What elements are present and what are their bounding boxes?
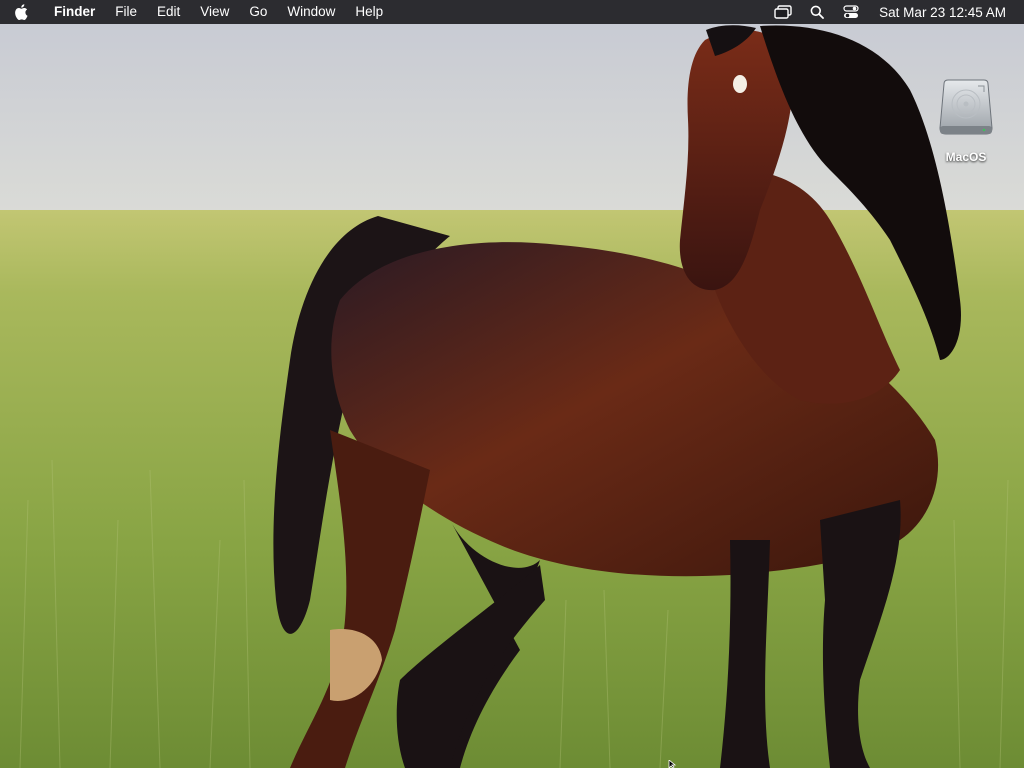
menu-view[interactable]: View xyxy=(190,0,239,24)
desktop-icon-label: MacOS xyxy=(945,150,987,164)
menu-file[interactable]: File xyxy=(105,0,147,24)
menu-edit[interactable]: Edit xyxy=(147,0,190,24)
menu-go[interactable]: Go xyxy=(239,0,277,24)
apple-logo-icon[interactable] xyxy=(14,0,40,24)
menu-window[interactable]: Window xyxy=(277,0,345,24)
desktop[interactable]: Finder File Edit View Go Window Help Sat… xyxy=(0,0,1024,768)
desktop-icon-macos[interactable]: MacOS xyxy=(932,78,1000,164)
menu-bar: Finder File Edit View Go Window Help Sat… xyxy=(0,0,1024,24)
screen-mirroring-icon[interactable] xyxy=(773,0,793,24)
hard-disk-icon[interactable] xyxy=(938,78,994,138)
control-center-icon[interactable] xyxy=(841,0,861,24)
mouse-cursor-icon xyxy=(668,760,677,768)
menu-bar-clock[interactable]: Sat Mar 23 12:45 AM xyxy=(879,5,1006,20)
wallpaper-image xyxy=(0,0,1024,768)
menu-app-finder[interactable]: Finder xyxy=(54,0,105,24)
spotlight-search-icon[interactable] xyxy=(807,0,827,24)
menu-help[interactable]: Help xyxy=(345,0,393,24)
